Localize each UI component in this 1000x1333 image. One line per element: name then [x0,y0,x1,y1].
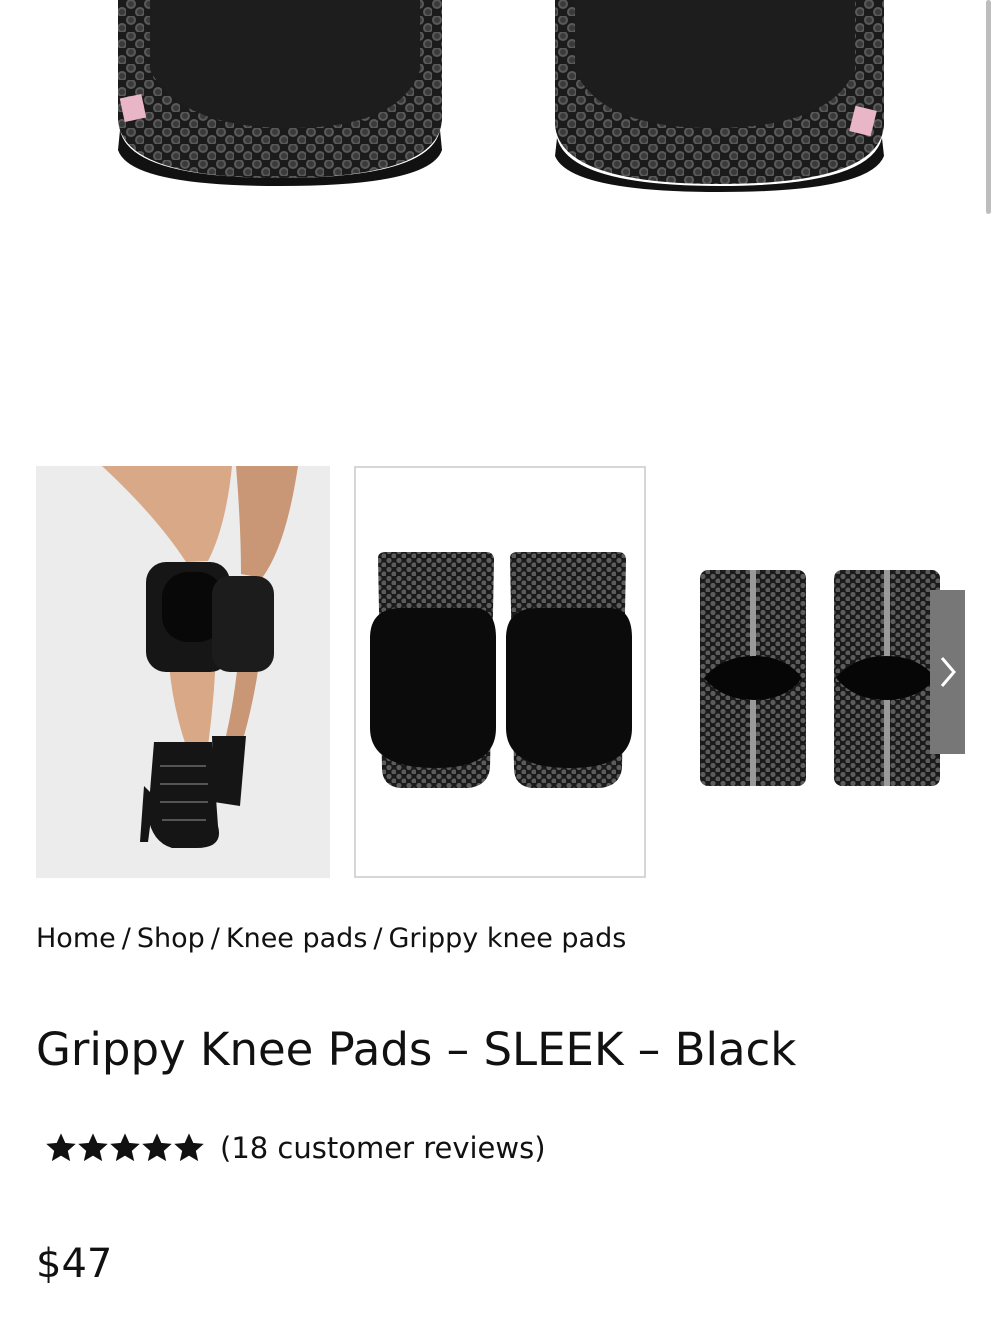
page-scrollbar[interactable] [986,0,991,214]
breadcrumb-separator: / [210,923,220,954]
star-icon [110,1133,140,1162]
product-rating: (18 customer reviews) [46,1124,546,1172]
star-icon [78,1133,108,1162]
star-icon [142,1133,172,1162]
product-price: $47 [36,1241,113,1287]
breadcrumb-home[interactable]: Home [36,923,116,954]
star-icon [46,1133,76,1162]
breadcrumb-knee-pads[interactable]: Knee pads [226,923,368,954]
chevron-right-icon [940,657,956,687]
main-product-image[interactable] [0,0,1000,440]
breadcrumb-separator: / [121,923,131,954]
breadcrumb-shop[interactable]: Shop [137,923,205,954]
thumbnail-front[interactable] [354,466,646,878]
star-icon [174,1133,204,1162]
thumbnail-model[interactable] [36,466,330,878]
thumbnail-strip [36,466,966,878]
product-title: Grippy Knee Pads – SLEEK – Black [36,1023,797,1076]
rating-stars [46,1133,204,1163]
gallery-next-button[interactable] [930,590,965,754]
breadcrumb-current: Grippy knee pads [388,923,627,954]
breadcrumb-separator: / [373,923,383,954]
thumbnail-back[interactable] [670,466,966,878]
breadcrumb: Home / Shop / Knee pads / Grippy knee pads [36,920,626,958]
reviews-link[interactable]: (18 customer reviews) [220,1131,546,1165]
